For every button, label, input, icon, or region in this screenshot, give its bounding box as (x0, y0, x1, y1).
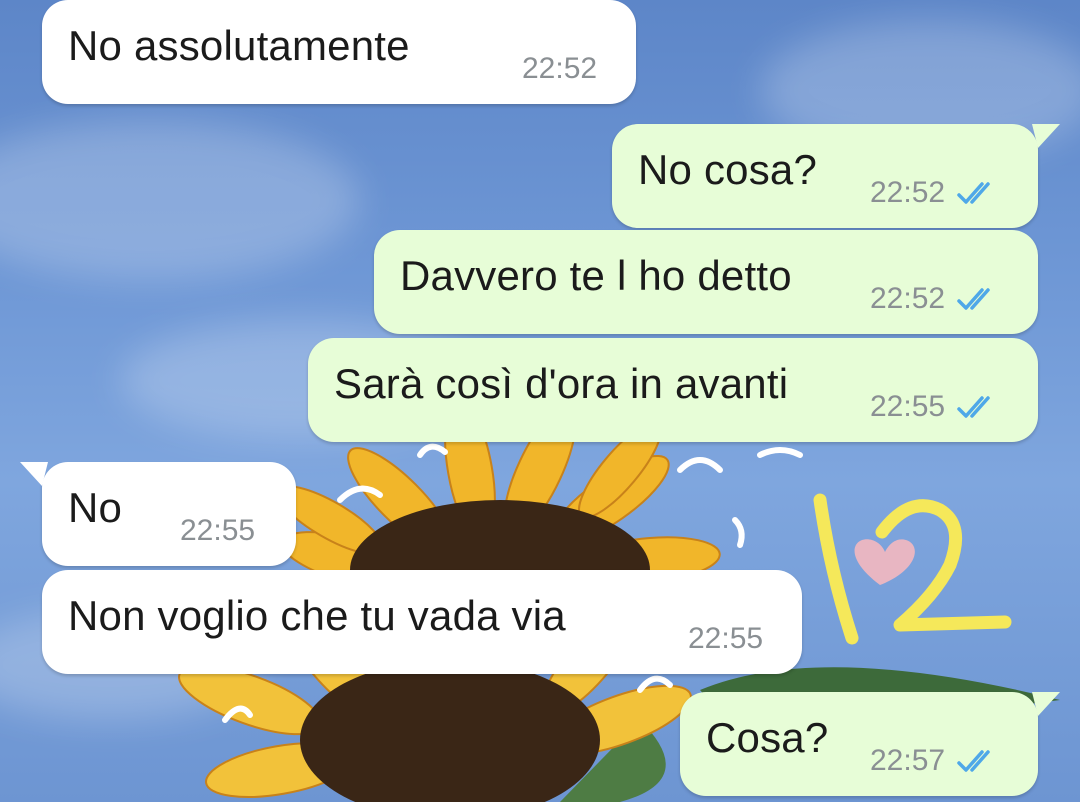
message-bubble-incoming[interactable]: No 22:55 (20, 462, 296, 566)
message-meta: 22:52 (870, 282, 1001, 316)
message-bubble-outgoing[interactable]: Sarà così d'ora in avanti 22:55 (308, 338, 1038, 442)
message-text: Cosa? (706, 714, 829, 761)
message-text: Non voglio che tu vada via (68, 592, 566, 639)
message-meta: 22:55 (870, 390, 1001, 424)
message-time: 22:52 (870, 282, 946, 315)
double-check-read-icon (957, 288, 990, 310)
double-check-read-icon (957, 396, 990, 418)
message-time: 22:57 (870, 744, 946, 777)
message-bubble-outgoing[interactable]: Davvero te l ho detto 22:52 (374, 230, 1038, 334)
message-time: 22:52 (870, 176, 946, 209)
message-bubble-outgoing[interactable]: Cosa? 22:57 (680, 692, 1060, 796)
message-text: No (68, 484, 123, 531)
message-text: Davvero te l ho detto (400, 252, 792, 299)
bubble-tail (1032, 692, 1060, 716)
double-check-read-icon (957, 750, 990, 772)
message-time: 22:55 (180, 514, 256, 547)
message-bubble-incoming[interactable]: No assolutamente 22:52 (42, 0, 636, 104)
bubble-tail (20, 462, 48, 486)
bubble-tail (1032, 124, 1060, 148)
message-meta: 22:52 (870, 176, 1001, 210)
double-check-read-icon (957, 182, 990, 204)
message-text: No cosa? (638, 146, 818, 193)
message-time: 22:55 (870, 390, 946, 423)
message-time: 22:55 (688, 622, 764, 655)
message-text: Sarà così d'ora in avanti (334, 360, 789, 407)
message-time: 22:52 (522, 52, 598, 85)
handwritten-number-annotation (813, 493, 1012, 645)
message-meta: 22:57 (870, 744, 1001, 778)
message-bubble-outgoing[interactable]: No cosa? 22:52 (612, 124, 1060, 228)
message-text: No assolutamente (68, 22, 410, 69)
message-bubble-incoming[interactable]: Non voglio che tu vada via 22:55 (42, 570, 802, 674)
